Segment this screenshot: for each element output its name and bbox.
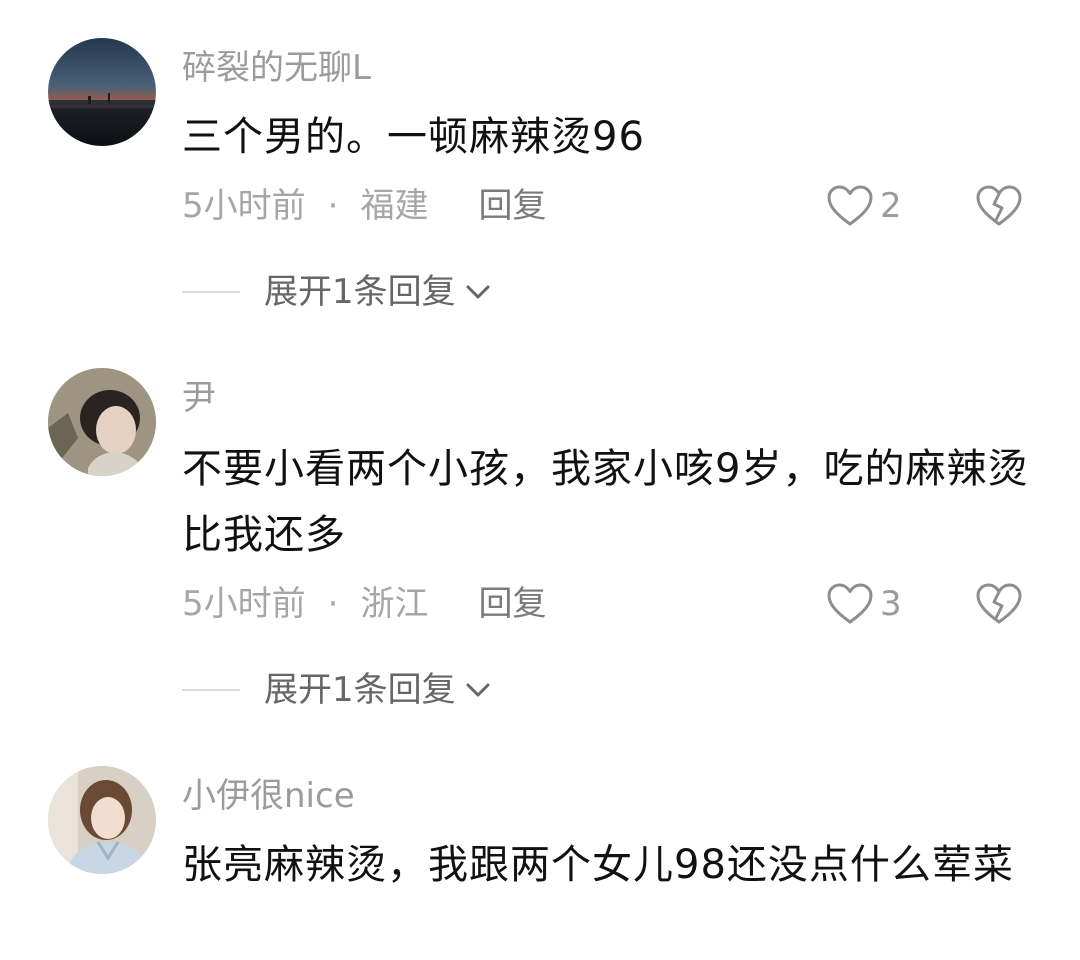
dislike-button[interactable]	[974, 582, 1024, 626]
comment-text: 张亮麻辣烫，我跟两个女儿98还没点什么荤菜	[182, 842, 1014, 888]
heart-outline-icon	[827, 185, 873, 226]
divider-line	[182, 689, 240, 691]
chevron-down-icon	[466, 285, 490, 299]
username[interactable]: 尹	[182, 378, 216, 418]
avatar[interactable]	[48, 368, 156, 476]
person-avatar-icon	[48, 368, 156, 476]
expand-replies-label: 展开1条回复	[264, 272, 456, 312]
separator: ·	[327, 584, 339, 624]
comment-text: 三个男的。一顿麻辣烫96	[182, 114, 645, 160]
heart-outline-icon	[827, 583, 873, 624]
like-count: 3	[880, 584, 902, 624]
chevron-down-icon	[466, 683, 490, 697]
dislike-button[interactable]	[974, 184, 1024, 228]
timestamp: 5小时前	[182, 584, 306, 624]
broken-heart-icon	[976, 583, 1022, 624]
separator: ·	[327, 186, 339, 226]
woman-avatar-icon	[48, 766, 156, 874]
comment-meta: 5小时前 · 浙江 回复	[182, 584, 546, 624]
expand-replies[interactable]: 展开1条回复	[182, 272, 492, 312]
comment-text: 不要小看两个小孩，我家小咳9岁，吃的麻辣烫比我还多	[182, 446, 1029, 558]
username[interactable]: 碎裂的无聊L	[182, 48, 371, 88]
broken-heart-icon	[976, 185, 1022, 226]
expand-replies[interactable]: 展开1条回复	[182, 670, 492, 710]
comment-meta: 5小时前 · 福建 回复	[182, 186, 546, 226]
username[interactable]: 小伊很nice	[182, 776, 355, 816]
avatar[interactable]	[48, 38, 156, 146]
location: 福建	[360, 186, 429, 226]
like-count: 2	[880, 186, 902, 226]
expand-replies-label: 展开1条回复	[264, 670, 456, 710]
avatar[interactable]	[48, 766, 156, 874]
reply-button[interactable]: 回复	[478, 584, 546, 624]
like-button[interactable]: 2	[826, 184, 902, 228]
reply-button[interactable]: 回复	[478, 186, 546, 226]
timestamp: 5小时前	[182, 186, 306, 226]
divider-line	[182, 291, 240, 293]
location: 浙江	[360, 584, 429, 624]
like-button[interactable]: 3	[826, 582, 902, 626]
sunset-landscape-avatar-icon	[48, 38, 156, 146]
